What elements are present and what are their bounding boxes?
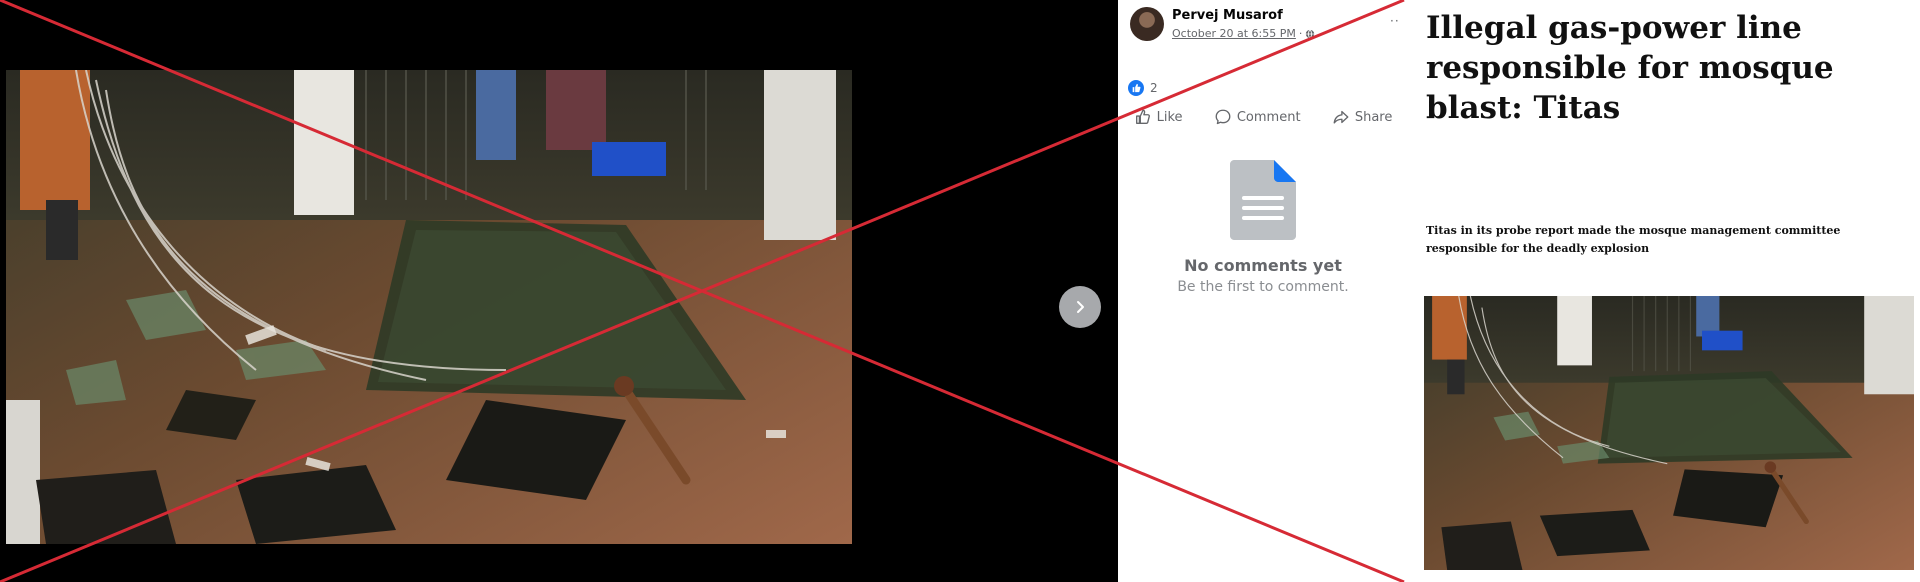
article-summary: Titas in its probe report made the mosqu… bbox=[1426, 224, 1841, 255]
thumbs-up-badge-icon bbox=[1128, 80, 1144, 96]
no-comments-subtitle: Be the first to comment. bbox=[1177, 279, 1349, 295]
share-arrow-icon bbox=[1333, 110, 1349, 124]
news-article: Illegal gas-power line responsible for m… bbox=[1408, 0, 1920, 582]
reaction-summary[interactable]: 2 bbox=[1128, 80, 1158, 96]
next-photo-button[interactable] bbox=[1059, 286, 1101, 328]
comment-label: Comment bbox=[1236, 109, 1301, 125]
author-name[interactable]: Pervej Musarof bbox=[1172, 8, 1283, 23]
comment-button[interactable]: Comment bbox=[1214, 108, 1301, 126]
photo-viewer bbox=[0, 0, 1118, 582]
no-comments-title: No comments yet bbox=[1184, 256, 1342, 275]
author-avatar[interactable] bbox=[1130, 7, 1164, 41]
globe-icon bbox=[1306, 29, 1315, 38]
reaction-count: 2 bbox=[1150, 81, 1158, 95]
article-photo bbox=[1424, 296, 1914, 570]
empty-comments-state: No comments yet Be the first to comment. bbox=[1118, 160, 1408, 295]
blast-scene-photo bbox=[6, 70, 852, 544]
share-button[interactable]: Share bbox=[1332, 108, 1393, 126]
more-options-icon[interactable]: ·· bbox=[1390, 14, 1400, 28]
chevron-right-icon bbox=[1077, 301, 1084, 313]
like-button[interactable]: Like bbox=[1134, 108, 1183, 126]
share-label: Share bbox=[1354, 109, 1393, 125]
comparison-collage: Pervej Musarof October 20 at 6:55 PM · ·… bbox=[0, 0, 1920, 582]
post-timestamp[interactable]: October 20 at 6:55 PM bbox=[1172, 27, 1296, 40]
speech-bubble-icon bbox=[1215, 109, 1231, 125]
like-label: Like bbox=[1156, 109, 1183, 125]
post-details-panel: Pervej Musarof October 20 at 6:55 PM · ·… bbox=[1118, 0, 1408, 582]
post-photo bbox=[6, 70, 852, 544]
document-icon bbox=[1230, 160, 1296, 240]
article-headline: Illegal gas-power line responsible for m… bbox=[1426, 10, 1834, 126]
post-meta: October 20 at 6:55 PM · bbox=[1172, 27, 1315, 40]
thumbs-up-icon bbox=[1135, 109, 1150, 124]
meta-separator: · bbox=[1298, 27, 1303, 40]
post-actions: Like Comment Share bbox=[1118, 104, 1408, 130]
blast-scene-photo-copy bbox=[1424, 296, 1914, 570]
